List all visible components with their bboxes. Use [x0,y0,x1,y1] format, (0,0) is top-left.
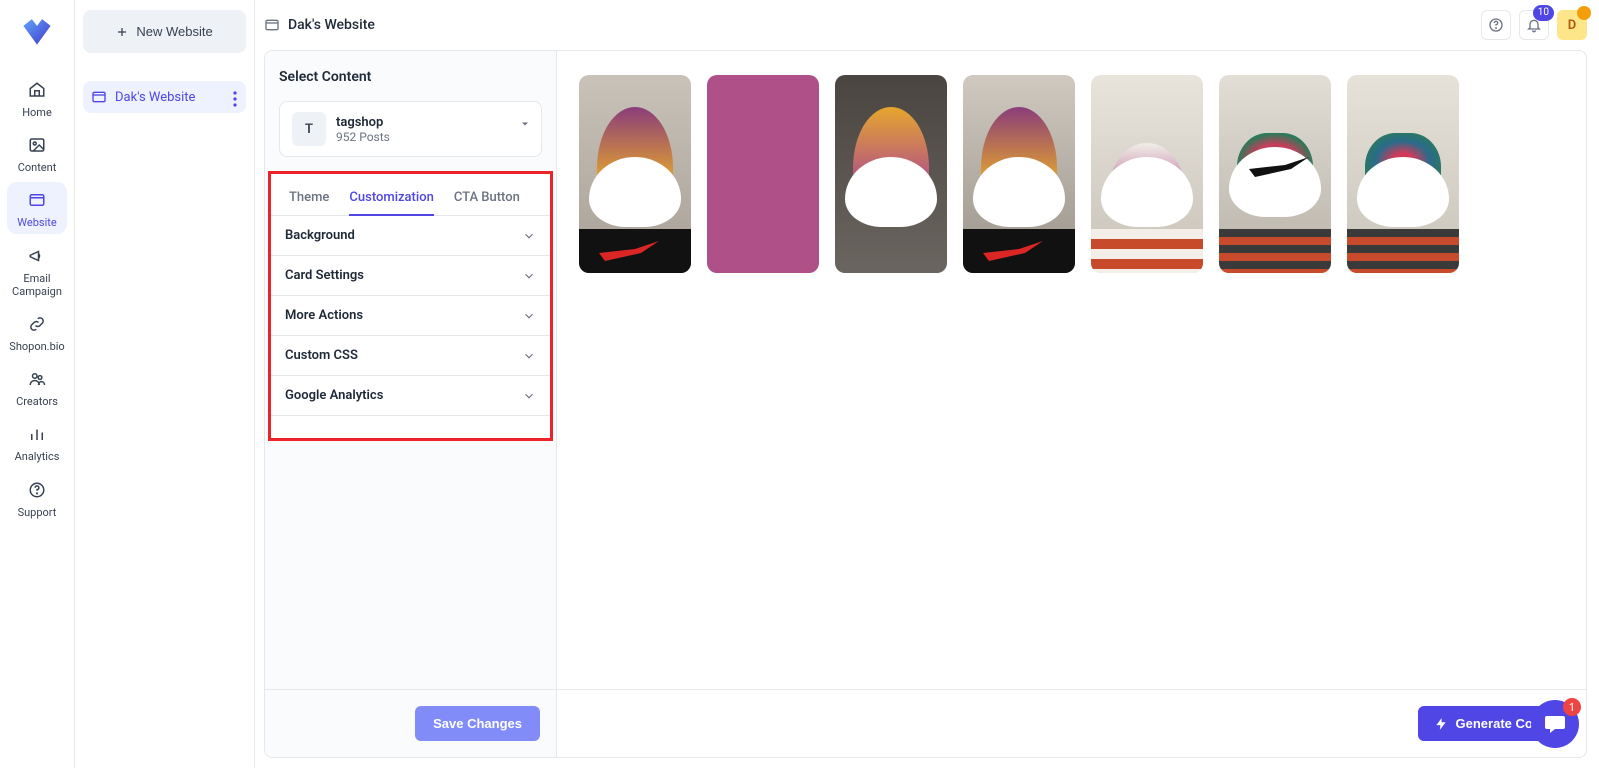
accordion-custom-css[interactable]: Custom CSS [271,336,550,376]
help-icon [27,480,47,500]
panel-heading: Select Content [265,51,556,91]
chat-badge: 1 [1563,698,1581,716]
home-icon [27,80,47,100]
nav-email-label: Email Campaign [7,272,67,298]
gallery-strip[interactable] [557,51,1586,297]
gallery-thumb[interactable] [835,75,947,273]
window-icon [264,17,280,33]
tab-cta[interactable]: CTA Button [454,180,520,215]
gallery-thumb[interactable] [579,75,691,273]
accordion-background[interactable]: Background [271,216,550,256]
accordion-label: More Actions [285,308,522,323]
customization-highlight: Theme Customization CTA Button Backgroun… [268,171,553,441]
accordion-google-analytics[interactable]: Google Analytics [271,376,550,416]
nav-analytics-label: Analytics [15,450,60,463]
site-more-icon[interactable] [226,87,244,111]
notif-badge: 10 [1533,5,1554,21]
new-website-button[interactable]: New Website [83,10,246,53]
settings-panel: Select Content T tagshop 952 Posts Theme… [265,51,557,757]
chevron-down-icon [522,269,536,283]
chat-fab[interactable]: 1 [1531,700,1579,748]
tab-customization[interactable]: Customization [349,180,433,215]
chevron-down-icon [519,118,531,130]
source-name: tagshop [336,115,390,130]
save-button[interactable]: Save Changes [415,706,540,741]
gallery-thumb[interactable] [963,75,1075,273]
accordion-label: Google Analytics [285,388,522,403]
gallery-thumb[interactable] [1091,75,1203,273]
projects-column: New Website Dak's Website [75,0,255,768]
help-button[interactable] [1481,10,1511,40]
page-title: Dak's Website [288,17,375,33]
nav-support-label: Support [18,506,57,519]
nav-content[interactable]: Content [7,127,67,178]
workspace: Select Content T tagshop 952 Posts Theme… [264,50,1587,758]
image-icon [27,135,47,155]
breadcrumb: Dak's Website [264,17,375,33]
window-icon [27,190,47,210]
accordion-label: Card Settings [285,268,522,283]
chevron-down-icon [522,229,536,243]
nav-creators-label: Creators [16,395,58,408]
tab-theme[interactable]: Theme [289,180,329,215]
notifications-button[interactable]: 10 [1519,10,1549,40]
tabs: Theme Customization CTA Button [271,174,550,216]
nav-rail: Home Content Website Email Campaign Shop… [0,0,75,768]
gallery: Generate Code [557,51,1586,757]
new-website-label: New Website [136,24,212,39]
nav-email[interactable]: Email Campaign [7,238,67,302]
chevron-down-icon [522,349,536,363]
nav-shopon-label: Shopon.bio [9,340,64,353]
gallery-thumb[interactable] [1347,75,1459,273]
nav-home[interactable]: Home [7,72,67,123]
users-icon [27,369,47,389]
user-avatar[interactable]: D [1557,10,1587,40]
plus-icon [116,26,128,38]
gallery-footer: Generate Code [557,689,1586,757]
content-source-dropdown[interactable]: T tagshop 952 Posts [279,101,542,157]
sidebar-site-item[interactable]: Dak's Website [83,81,246,113]
app-logo [20,14,54,48]
help-icon [1488,17,1504,33]
accordion-label: Background [285,228,522,243]
megaphone-icon [27,246,47,266]
panel-footer: Save Changes [265,689,556,757]
chevron-down-icon [522,389,536,403]
chevron-down-icon [522,309,536,323]
chat-icon [1543,712,1567,736]
nav-website[interactable]: Website [7,182,67,233]
sidebar-site-label: Dak's Website [115,90,195,105]
window-icon [91,89,107,105]
link-icon [27,314,47,334]
source-posts: 952 Posts [336,130,390,144]
accordion-label: Custom CSS [285,348,522,363]
bolt-icon [1434,717,1448,731]
accordion-more-actions[interactable]: More Actions [271,296,550,336]
nav-website-label: Website [17,216,56,229]
topbar: Dak's Website 10 D [264,8,1587,42]
gallery-thumb[interactable] [707,75,819,273]
source-avatar: T [292,112,326,146]
nav-shopon[interactable]: Shopon.bio [7,306,67,357]
nav-creators[interactable]: Creators [7,361,67,412]
bars-icon [27,424,47,444]
avatar-initial: D [1568,18,1576,33]
premium-badge-icon [1577,6,1591,20]
nav-analytics[interactable]: Analytics [7,416,67,467]
nav-home-label: Home [22,106,52,119]
accordion-card-settings[interactable]: Card Settings [271,256,550,296]
nav-support[interactable]: Support [7,472,67,523]
nav-content-label: Content [18,161,57,174]
gallery-thumb[interactable] [1219,75,1331,273]
